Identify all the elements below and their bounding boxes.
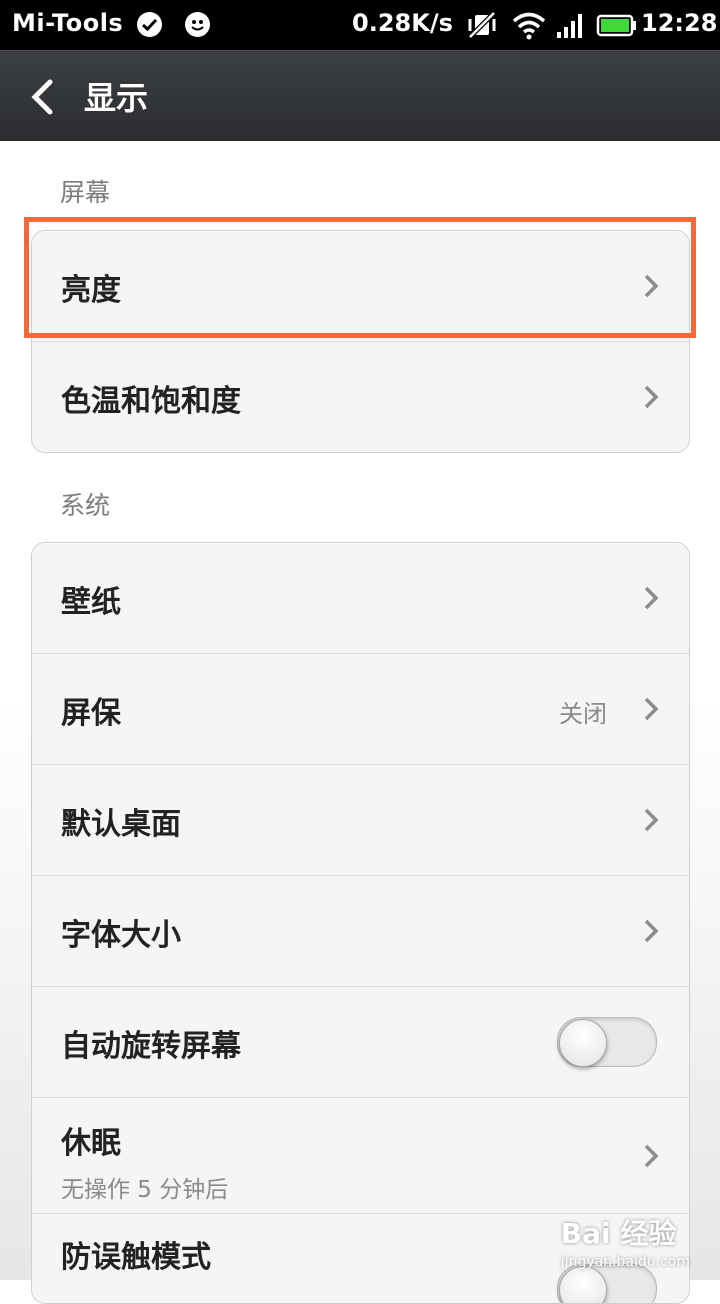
network-speed: 0.28K/s <box>352 9 453 37</box>
status-app-name: Mi-Tools <box>12 9 124 37</box>
setting-label: 防误触模式 <box>61 1240 211 1275</box>
settings-card-system: 壁纸 屏保 关闭 默认桌面 字体大小 自动旋转屏幕 休眠 无操作 5 分钟后 防… <box>31 542 690 1304</box>
chevron-right-icon <box>643 1143 659 1173</box>
toggle-knob <box>559 1019 607 1067</box>
setting-row-color-temperature[interactable]: 色温和饱和度 <box>32 342 689 452</box>
setting-label: 屏保 <box>61 696 121 731</box>
check-circle-icon <box>137 12 162 37</box>
chevron-right-icon <box>643 585 659 615</box>
section-header-screen: 屏幕 <box>60 178 111 207</box>
wifi-icon <box>512 10 546 46</box>
setting-row-default-launcher[interactable]: 默认桌面 <box>32 765 689 876</box>
watermark-brand: Bai 经验 <box>560 1217 677 1250</box>
baidu-jingyan-watermark: Bai 经验 jingyan.baidu.com <box>561 1212 690 1270</box>
setting-label: 字体大小 <box>61 918 181 953</box>
chevron-right-icon <box>643 807 659 837</box>
anti-mistouch-toggle[interactable] <box>557 1264 657 1303</box>
back-arrow-icon[interactable] <box>28 79 56 119</box>
setting-label: 休眠 <box>61 1126 121 1161</box>
chevron-right-icon <box>643 696 659 726</box>
setting-row-sleep[interactable]: 休眠 无操作 5 分钟后 <box>32 1098 689 1214</box>
watermark-url: jingyan.baidu.com <box>560 1254 690 1270</box>
setting-label: 默认桌面 <box>61 807 181 842</box>
title-bar: 显示 <box>0 50 720 141</box>
vibrate-off-icon <box>466 10 498 46</box>
setting-row-screensaver[interactable]: 屏保 关闭 <box>32 654 689 765</box>
status-bar: Mi-Tools 0.28K/s 12:28 <box>0 0 720 50</box>
setting-label: 色温和饱和度 <box>61 384 241 419</box>
chevron-right-icon <box>643 918 659 948</box>
setting-row-font-size[interactable]: 字体大小 <box>32 876 689 987</box>
setting-label: 壁纸 <box>61 585 121 620</box>
status-time: 12:28 <box>641 9 718 37</box>
auto-rotate-toggle[interactable] <box>557 1017 657 1067</box>
highlight-box <box>24 217 696 338</box>
setting-subtitle: 无操作 5 分钟后 <box>61 1177 229 1203</box>
chevron-right-icon <box>643 384 659 414</box>
setting-label: 自动旋转屏幕 <box>61 1029 241 1064</box>
setting-row-wallpaper[interactable]: 壁纸 <box>32 543 689 654</box>
smiley-icon <box>185 12 210 37</box>
section-header-system: 系统 <box>60 491 111 520</box>
setting-value: 关闭 <box>559 700 607 728</box>
toggle-knob <box>559 1266 607 1303</box>
setting-row-auto-rotate: 自动旋转屏幕 <box>32 987 689 1098</box>
signal-icon <box>555 10 585 46</box>
page-title: 显示 <box>84 79 149 117</box>
battery-icon <box>596 10 638 46</box>
